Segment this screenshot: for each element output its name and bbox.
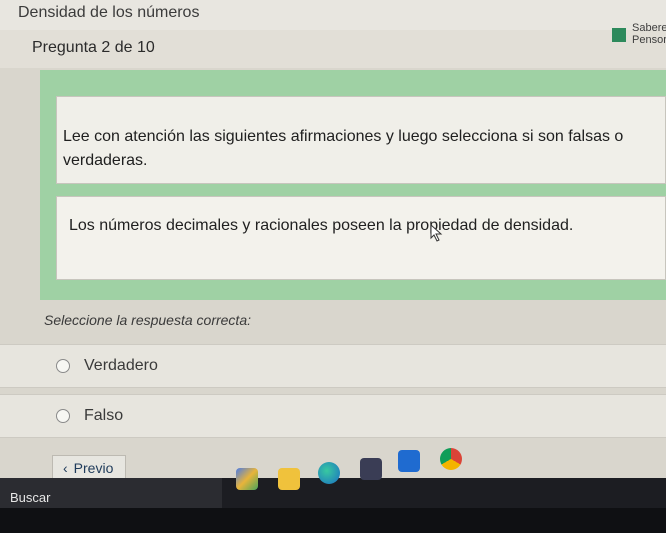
taskbar-search-label: Buscar xyxy=(10,490,51,505)
statement-text: Los números decimales y racionales posee… xyxy=(69,217,574,234)
answer-prompt: Seleccione la respuesta correcta: xyxy=(44,312,251,328)
option-label-verdadero: Verdadero xyxy=(84,357,158,374)
chevron-left-icon: ‹ xyxy=(63,460,68,476)
edge-browser-icon[interactable] xyxy=(318,462,340,484)
option-verdadero[interactable]: Verdadero xyxy=(0,344,666,388)
outlook-icon[interactable] xyxy=(398,450,420,472)
store-icon[interactable] xyxy=(360,458,382,480)
file-explorer-icon[interactable] xyxy=(278,468,300,490)
radio-falso[interactable] xyxy=(56,409,70,423)
mouse-cursor-icon xyxy=(430,224,443,242)
chrome-icon[interactable] xyxy=(440,448,462,470)
question-counter: Pregunta 2 de 10 xyxy=(32,39,155,56)
option-falso[interactable]: Falso xyxy=(0,394,666,438)
question-header: Pregunta 2 de 10 xyxy=(0,30,666,68)
statement-card: Los números decimales y racionales posee… xyxy=(56,196,666,280)
option-label-falso: Falso xyxy=(84,407,124,424)
achievement-badge: Sabere Pensor xyxy=(612,22,666,52)
app-title: Densidad de los números xyxy=(0,0,666,30)
previous-button-label: Previo xyxy=(73,460,114,476)
instruction-card: Lee con atención las siguientes afirmaci… xyxy=(56,96,666,184)
taskbar-bottom-edge xyxy=(0,508,666,533)
instruction-text: Lee con atención las siguientes afirmaci… xyxy=(63,128,624,169)
badge-label-2: Pensor xyxy=(632,34,666,46)
copilot-icon[interactable] xyxy=(236,468,258,490)
radio-verdadero[interactable] xyxy=(56,359,70,373)
badge-icon xyxy=(612,28,626,42)
badge-label-1: Sabere xyxy=(632,22,666,34)
